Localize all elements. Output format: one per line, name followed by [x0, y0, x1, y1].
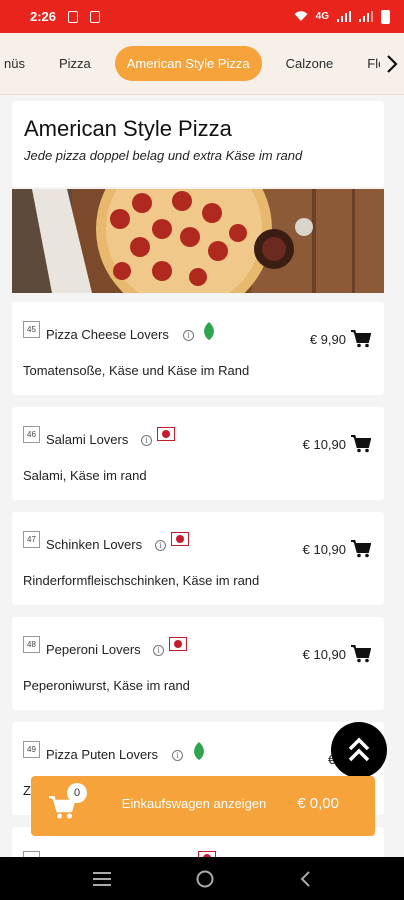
category-tab-menus[interactable]: nüs [0, 47, 35, 80]
cart-label: Einkaufswagen anzeigen [121, 796, 267, 811]
category-tab-calzone[interactable]: Calzone [276, 47, 344, 80]
add-to-cart-icon[interactable] [351, 330, 371, 348]
info-icon[interactable]: i [183, 330, 194, 341]
item-description: Tomatensoße, Käse und Käse im Rand [23, 363, 250, 378]
item-description: Salami, Käse im rand [23, 468, 147, 483]
menu-item[interactable]: 48 Peperoni Lovers i € 10,90 Peperoniwur… [12, 617, 384, 710]
category-tab-pizza[interactable]: Pizza [49, 47, 101, 80]
item-number: 49 [23, 741, 40, 758]
wifi-icon [294, 11, 308, 21]
status-time: 2:26 [30, 9, 57, 24]
add-to-cart-icon[interactable] [351, 435, 371, 453]
network-type: 4G [315, 11, 329, 22]
meat-icon [169, 637, 187, 651]
leaf-icon [194, 742, 204, 760]
scroll-to-top-button[interactable] [331, 722, 387, 778]
status-bar: 2:26 4G [0, 0, 404, 33]
info-icon[interactable]: i [172, 750, 183, 761]
section-subtitle: Jede pizza doppel belag und extra Käse i… [24, 148, 303, 163]
item-number: 48 [23, 636, 40, 653]
menu-item[interactable]: 45 Pizza Cheese Lovers i € 9,90 Tomatens… [12, 302, 384, 395]
chevron-right-icon [387, 55, 398, 73]
category-tab-american-style-pizza[interactable]: American Style Pizza [114, 46, 262, 81]
section-header: American Style Pizza Jede pizza doppel b… [12, 101, 384, 187]
item-price: € 10,90 [302, 647, 346, 662]
home-icon[interactable] [196, 870, 214, 888]
pizza-banner-image [12, 189, 384, 293]
item-name: Pizza Puten Lovers [46, 747, 159, 762]
item-number: 46 [23, 426, 40, 443]
menu-item[interactable]: 46 Salami Lovers i € 10,90 Salami, Käse … [12, 407, 384, 500]
cart-total: € 0,00 [297, 795, 339, 812]
item-number: 47 [23, 531, 40, 548]
item-price: € 10,90 [302, 437, 346, 452]
system-nav-bar [0, 857, 404, 900]
section-title: American Style Pizza [24, 116, 232, 141]
item-name: Schinken Lovers [46, 537, 143, 552]
item-price: € 9,90 [309, 332, 346, 347]
back-icon[interactable] [299, 870, 311, 887]
cart-count-badge: 0 [67, 783, 87, 803]
info-icon[interactable]: i [141, 435, 152, 446]
item-description: Z [23, 783, 31, 798]
item-description: Peperoniwurst, Käse im rand [23, 678, 190, 693]
leaf-icon [204, 322, 214, 340]
menu-item[interactable]: 47 Schinken Lovers i € 10,90 Rinderformf… [12, 512, 384, 605]
notification-icon-2 [90, 10, 101, 23]
meat-icon [171, 532, 189, 546]
scroll-right-button[interactable] [380, 33, 404, 94]
item-name: Pizza Cheese Lovers [46, 327, 169, 342]
info-icon[interactable]: i [153, 645, 164, 656]
item-name: Peperoni Lovers [46, 642, 141, 657]
recent-apps-icon[interactable] [92, 871, 111, 886]
item-name: Salami Lovers [46, 432, 129, 447]
signal-icon-2 [359, 11, 373, 22]
item-price: € 10,90 [302, 542, 346, 557]
battery-icon [381, 9, 390, 24]
meat-icon [157, 427, 175, 441]
add-to-cart-icon[interactable] [351, 540, 371, 558]
double-chevron-up-icon [348, 737, 370, 762]
view-cart-button[interactable]: 0 Einkaufswagen anzeigen € 0,00 [31, 776, 375, 836]
info-icon[interactable]: i [155, 540, 166, 551]
signal-icon [337, 11, 351, 22]
notification-icon [68, 10, 79, 23]
add-to-cart-icon[interactable] [351, 645, 371, 663]
item-number: 45 [23, 321, 40, 338]
item-description: Rinderformfleischschinken, Käse im rand [23, 573, 260, 588]
category-nav: nüs Pizza American Style Pizza Calzone F… [0, 33, 404, 95]
